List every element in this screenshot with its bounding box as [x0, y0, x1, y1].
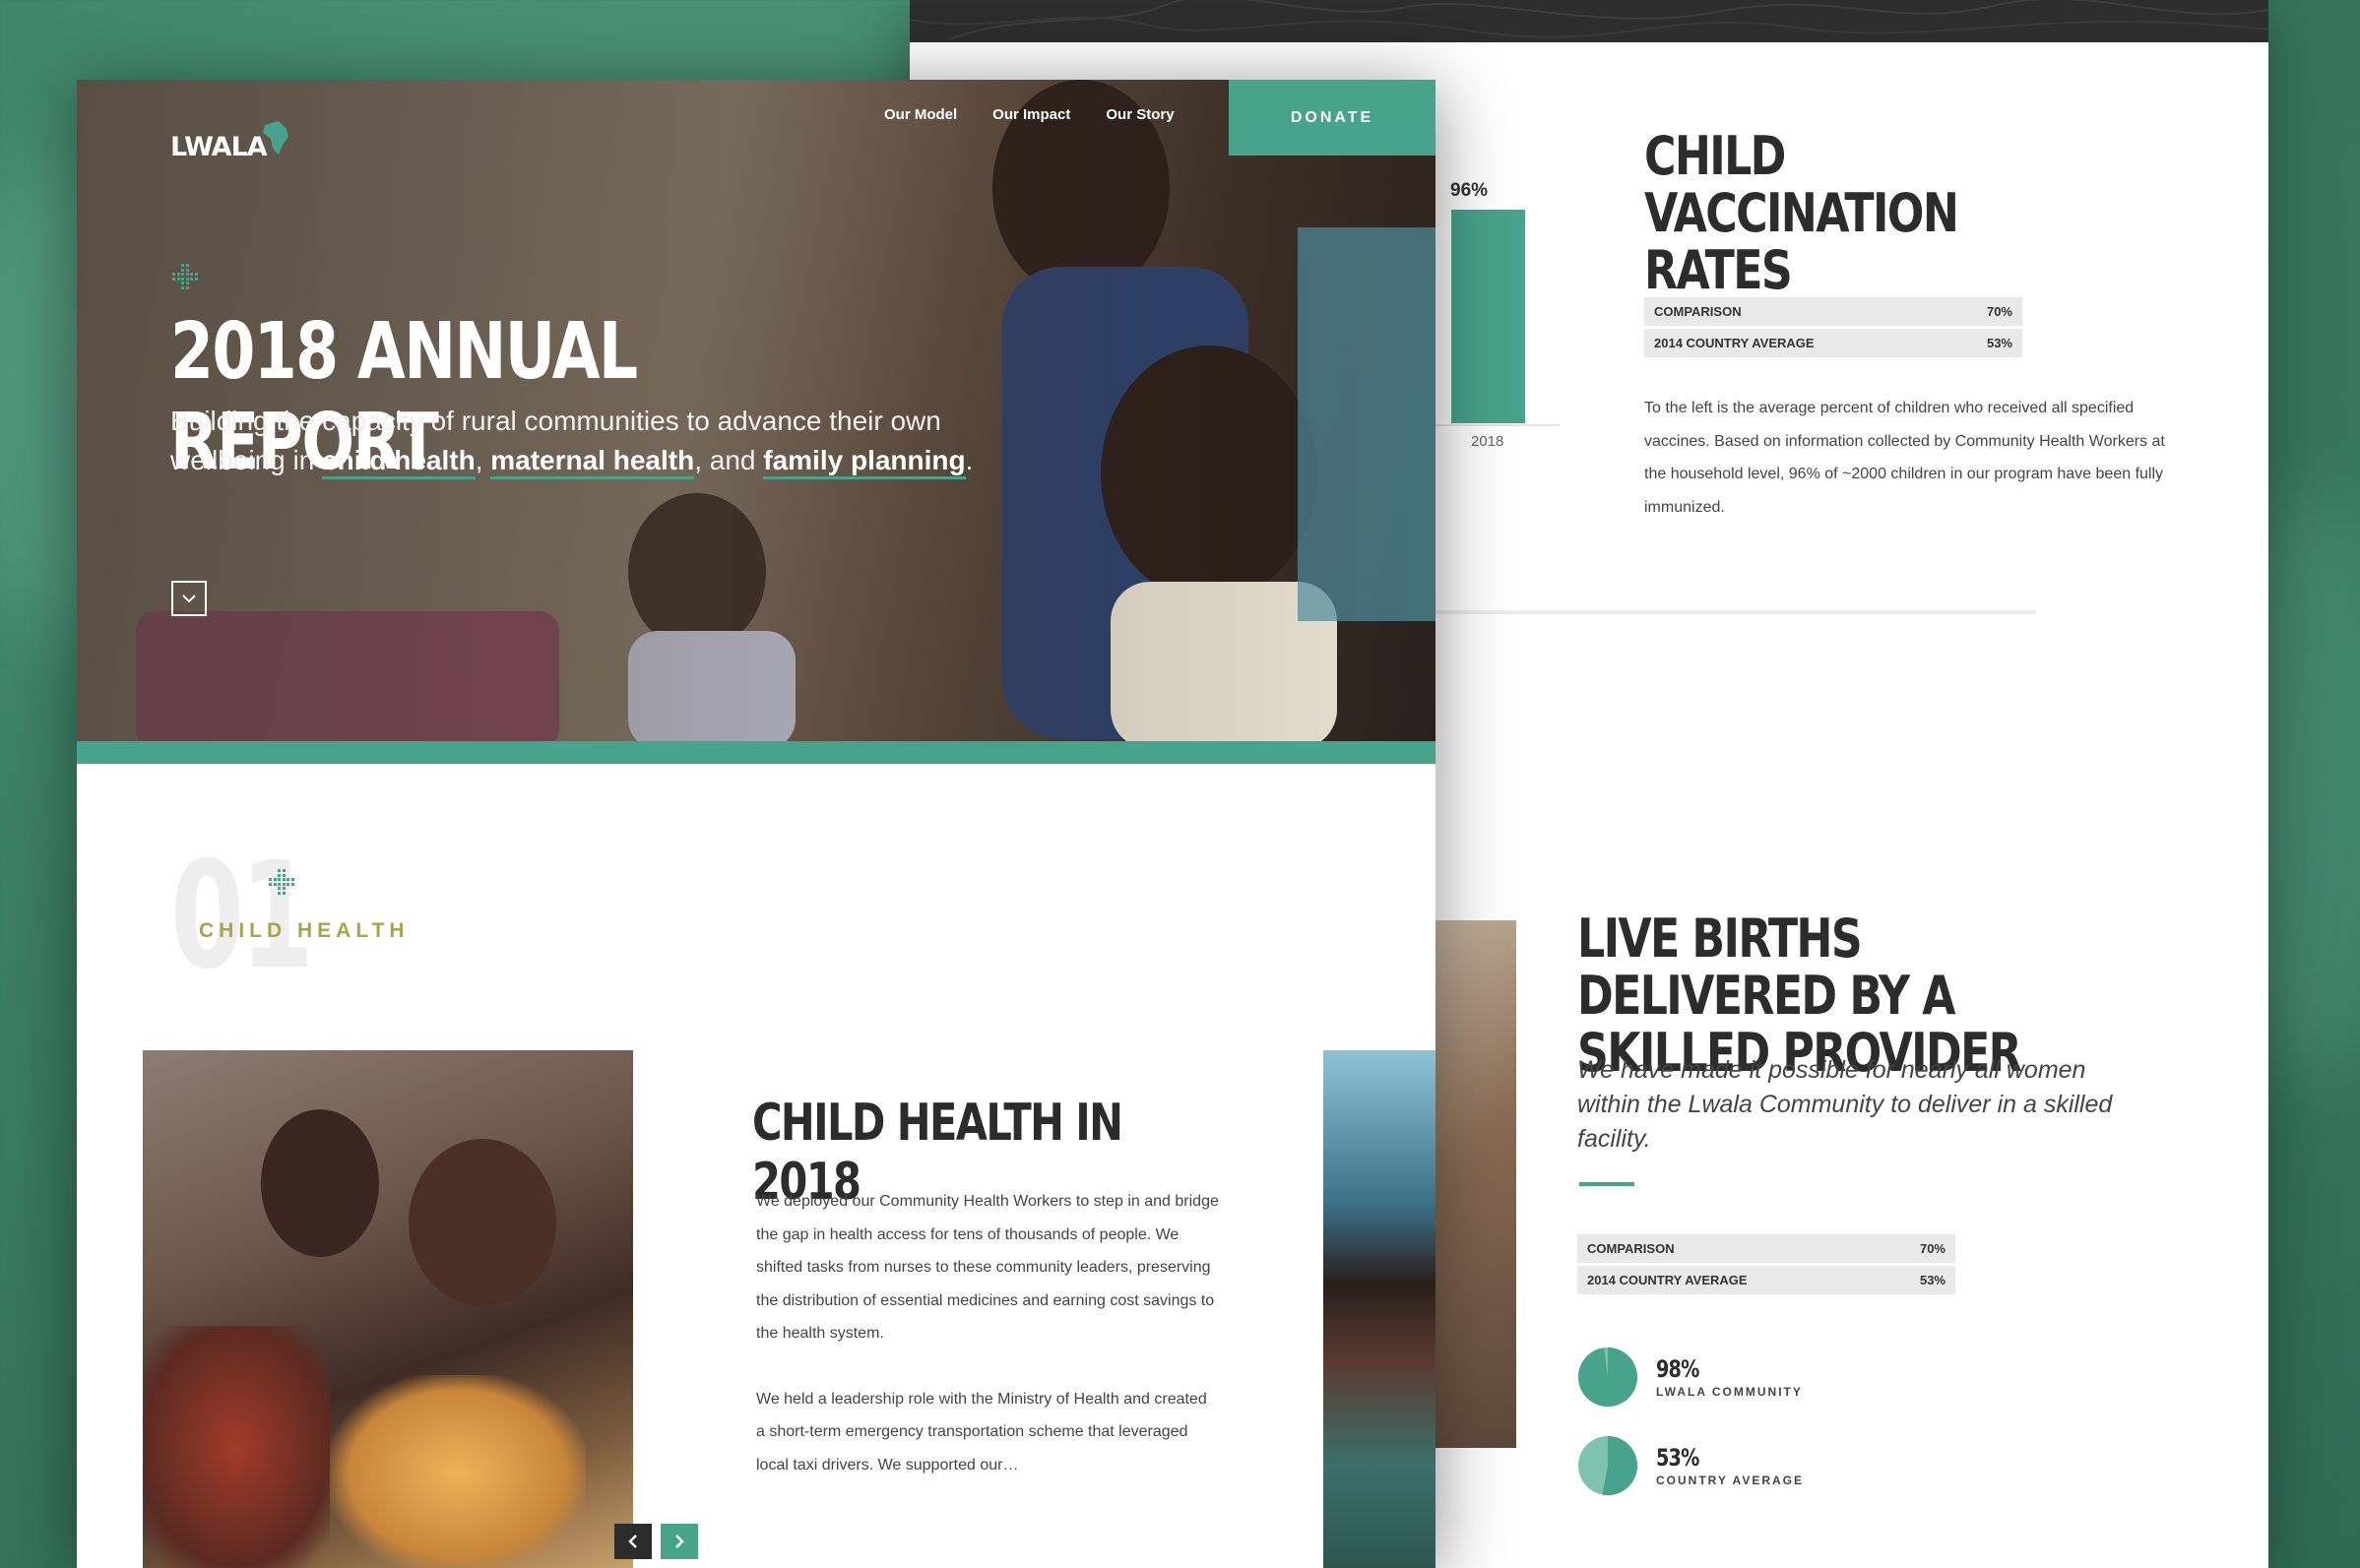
- bar-2018: [1451, 210, 1525, 423]
- accent-rule: [1579, 1182, 1634, 1186]
- subtitle-separator: , and: [694, 445, 764, 475]
- link-maternal-health[interactable]: maternal health: [490, 445, 695, 479]
- nav-our-story[interactable]: Our Story: [1106, 106, 1174, 123]
- pie-stat-lwala: 98% LWALA COMMUNITY: [1577, 1347, 1803, 1408]
- logo-text: LWALA: [170, 132, 268, 162]
- carousel-prev-button[interactable]: [614, 1524, 652, 1559]
- chevron-left-icon: [628, 1535, 637, 1548]
- child-health-photo: [143, 1050, 633, 1568]
- section-label: CHILD HEALTH: [199, 919, 410, 942]
- carousel-next-button[interactable]: [661, 1524, 698, 1559]
- africa-map-icon: [262, 121, 288, 155]
- cross-pattern-icon: [172, 264, 198, 289]
- vaccination-title: CHILD VACCINATION RATES: [1644, 125, 1959, 301]
- chevron-down-icon: [182, 595, 196, 603]
- pie-chart-icon: [1578, 1436, 1637, 1495]
- donate-button[interactable]: DONATE: [1229, 80, 1435, 156]
- comparison-row: 2014 COUNTRY AVERAGE 53%: [1577, 1266, 1955, 1294]
- vaccination-comparison-table: COMPARISON 70% 2014 COUNTRY AVERAGE 53%: [1644, 297, 2022, 360]
- pie-stat-country: 53% COUNTRY AVERAGE: [1577, 1435, 1804, 1496]
- chevron-right-icon: [675, 1535, 684, 1548]
- births-comparison-table: COMPARISON 70% 2014 COUNTRY AVERAGE 53%: [1577, 1234, 1955, 1297]
- row-label: 2014 COUNTRY AVERAGE: [1587, 1273, 1748, 1287]
- link-child-health[interactable]: child health: [322, 445, 476, 479]
- births-lead: We have made it possible for nearly all …: [1577, 1056, 2113, 1153]
- row-value: 70%: [1986, 304, 2012, 319]
- map-header-strip: [910, 0, 2268, 42]
- comparison-row: 2014 COUNTRY AVERAGE 53%: [1644, 329, 2022, 357]
- front-page-mockup: LWALA Our Model Our Impact Our Story DON…: [77, 80, 1435, 1568]
- pie-value: 98%: [1656, 1355, 1699, 1383]
- row-value: 53%: [1919, 1273, 1945, 1287]
- pie-chart-icon: [1578, 1348, 1637, 1407]
- pie-label: LWALA COMMUNITY: [1656, 1385, 1803, 1399]
- cross-pattern-icon: [269, 869, 294, 895]
- hero-subtitle: Building the capacity of rural communiti…: [170, 402, 1037, 480]
- main-nav: Our Model Our Impact Our Story: [884, 106, 1175, 123]
- vaccination-description: To the left is the average percent of ch…: [1644, 400, 2165, 516]
- section-number: 01: [170, 831, 314, 1002]
- lwala-logo[interactable]: LWALA: [170, 119, 290, 162]
- bar-data-label: 96%: [1450, 180, 1489, 201]
- row-value: 53%: [1986, 336, 2012, 350]
- nav-our-model[interactable]: Our Model: [884, 106, 957, 123]
- pie-slice: [1578, 1348, 1637, 1407]
- paragraph: We held a leadership role with the Minis…: [756, 1390, 1207, 1474]
- nurse-photo: [1323, 1050, 1435, 1568]
- pie-value: 53%: [1656, 1444, 1699, 1472]
- row-label: 2014 COUNTRY AVERAGE: [1654, 336, 1815, 350]
- comparison-row: COMPARISON 70%: [1577, 1234, 1955, 1263]
- scroll-down-button[interactable]: [171, 581, 207, 616]
- subtitle-separator: ,: [475, 445, 491, 475]
- nav-our-impact[interactable]: Our Impact: [992, 106, 1070, 123]
- link-family-planning[interactable]: family planning: [763, 445, 966, 479]
- chart-baseline: [1432, 424, 1560, 426]
- pie-label: COUNTRY AVERAGE: [1656, 1474, 1805, 1487]
- row-value: 70%: [1919, 1241, 1945, 1256]
- section-divider: [1386, 610, 2036, 614]
- x-tick-label: 2018: [1471, 433, 1504, 450]
- paragraph: We deployed our Community Health Workers…: [756, 1193, 1219, 1342]
- child-health-body: We deployed our Community Health Workers…: [756, 1185, 1219, 1514]
- subtitle-suffix: .: [965, 445, 974, 475]
- comparison-row: COMPARISON 70%: [1644, 297, 2022, 326]
- hero-accent-stripe: [77, 741, 1435, 764]
- hero-banner: LWALA Our Model Our Impact Our Story DON…: [77, 80, 1435, 741]
- row-label: COMPARISON: [1654, 304, 1742, 319]
- map-texture: [910, 0, 2268, 40]
- row-label: COMPARISON: [1587, 1241, 1675, 1256]
